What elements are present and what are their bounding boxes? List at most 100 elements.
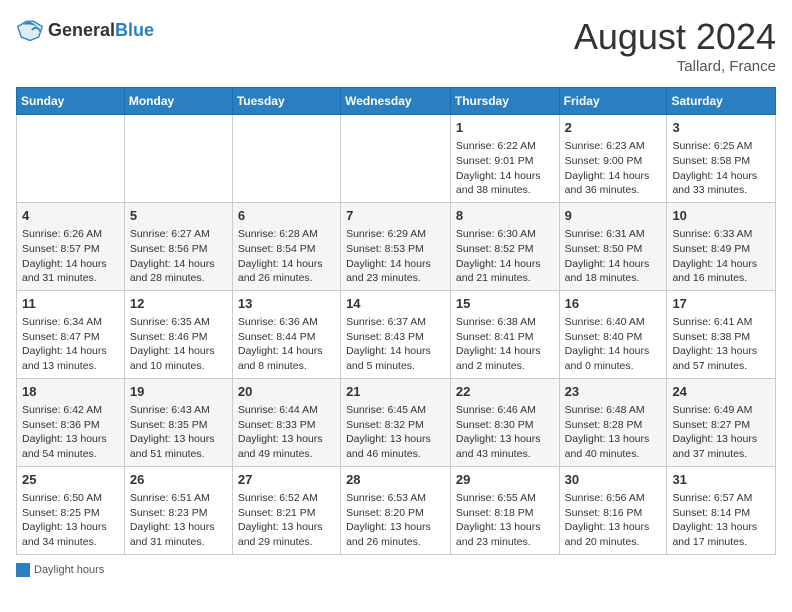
day-number: 29 <box>456 471 554 489</box>
calendar-cell: 7Sunrise: 6:29 AM Sunset: 8:53 PM Daylig… <box>341 202 451 290</box>
day-info: Sunrise: 6:34 AM Sunset: 8:47 PM Dayligh… <box>22 315 119 374</box>
day-info: Sunrise: 6:55 AM Sunset: 8:18 PM Dayligh… <box>456 491 554 550</box>
calendar-cell: 31Sunrise: 6:57 AM Sunset: 8:14 PM Dayli… <box>667 466 776 554</box>
day-number: 3 <box>672 119 770 137</box>
calendar-cell: 18Sunrise: 6:42 AM Sunset: 8:36 PM Dayli… <box>17 378 125 466</box>
day-info: Sunrise: 6:33 AM Sunset: 8:49 PM Dayligh… <box>672 227 770 286</box>
day-number: 11 <box>22 295 119 313</box>
day-number: 23 <box>565 383 662 401</box>
day-number: 27 <box>238 471 335 489</box>
day-info: Sunrise: 6:28 AM Sunset: 8:54 PM Dayligh… <box>238 227 335 286</box>
calendar-cell <box>341 115 451 203</box>
calendar-week-row: 1 Sunrise: 6:22 AM Sunset: 9:01 PM Daylig… <box>17 115 776 203</box>
logo-text: GeneralBlue <box>48 20 154 41</box>
day-info: Sunrise: 6:51 AM Sunset: 8:23 PM Dayligh… <box>130 491 227 550</box>
logo-blue: Blue <box>115 20 154 40</box>
day-number: 22 <box>456 383 554 401</box>
calendar-cell: 9 Sunrise: 6:31 AM Sunset: 8:50 PM Daylig… <box>559 202 667 290</box>
calendar-day-header: Monday <box>124 88 232 115</box>
day-number: 10 <box>672 207 770 225</box>
calendar-cell: 19Sunrise: 6:43 AM Sunset: 8:35 PM Dayli… <box>124 378 232 466</box>
calendar-week-row: 4Sunrise: 6:26 AM Sunset: 8:57 PM Daylig… <box>17 202 776 290</box>
day-info: Sunrise: 6:25 AM Sunset: 8:58 PM Dayligh… <box>672 139 770 198</box>
day-info: Sunrise: 6:41 AM Sunset: 8:38 PM Dayligh… <box>672 315 770 374</box>
day-info: Sunrise: 6:52 AM Sunset: 8:21 PM Dayligh… <box>238 491 335 550</box>
day-info: Sunrise: 6:38 AM Sunset: 8:41 PM Dayligh… <box>456 315 554 374</box>
calendar-day-header: Wednesday <box>341 88 451 115</box>
day-number: 8 <box>456 207 554 225</box>
calendar-day-header: Sunday <box>17 88 125 115</box>
day-number: 20 <box>238 383 335 401</box>
day-info: Sunrise: 6:50 AM Sunset: 8:25 PM Dayligh… <box>22 491 119 550</box>
calendar-cell: 16 Sunrise: 6:40 AM Sunset: 8:40 PM Dayli… <box>559 290 667 378</box>
day-info: Sunrise: 6:23 AM Sunset: 9:00 PM Dayligh… <box>565 139 662 198</box>
location-subtitle: Tallard, France <box>574 58 776 75</box>
day-info: Sunrise: 6:22 AM Sunset: 9:01 PM Dayligh… <box>456 139 554 198</box>
calendar-cell: 6Sunrise: 6:28 AM Sunset: 8:54 PM Daylig… <box>232 202 340 290</box>
calendar-cell: 1 Sunrise: 6:22 AM Sunset: 9:01 PM Daylig… <box>450 115 559 203</box>
calendar-cell: 8 Sunrise: 6:30 AM Sunset: 8:52 PM Daylig… <box>450 202 559 290</box>
day-number: 24 <box>672 383 770 401</box>
calendar-cell: 28Sunrise: 6:53 AM Sunset: 8:20 PM Dayli… <box>341 466 451 554</box>
calendar-cell: 23Sunrise: 6:48 AM Sunset: 8:28 PM Dayli… <box>559 378 667 466</box>
day-number: 16 <box>565 295 662 313</box>
day-number: 5 <box>130 207 227 225</box>
logo-icon <box>16 16 44 44</box>
day-number: 17 <box>672 295 770 313</box>
day-info: Sunrise: 6:35 AM Sunset: 8:46 PM Dayligh… <box>130 315 227 374</box>
calendar-cell: 27 Sunrise: 6:52 AM Sunset: 8:21 PM Dayli… <box>232 466 340 554</box>
calendar-day-header: Saturday <box>667 88 776 115</box>
calendar-cell: 17 Sunrise: 6:41 AM Sunset: 8:38 PM Dayli… <box>667 290 776 378</box>
calendar-cell: 5 Sunrise: 6:27 AM Sunset: 8:56 PM Daylig… <box>124 202 232 290</box>
day-number: 13 <box>238 295 335 313</box>
day-number: 30 <box>565 471 662 489</box>
logo-general: General <box>48 20 115 40</box>
calendar-week-row: 11 Sunrise: 6:34 AM Sunset: 8:47 PM Dayli… <box>17 290 776 378</box>
calendar-cell: 2Sunrise: 6:23 AM Sunset: 9:00 PM Daylig… <box>559 115 667 203</box>
day-number: 15 <box>456 295 554 313</box>
calendar-cell: 21 Sunrise: 6:45 AM Sunset: 8:32 PM Dayli… <box>341 378 451 466</box>
calendar-cell: 15 Sunrise: 6:38 AM Sunset: 8:41 PM Dayli… <box>450 290 559 378</box>
day-number: 19 <box>130 383 227 401</box>
calendar-cell: 3 Sunrise: 6:25 AM Sunset: 8:58 PM Daylig… <box>667 115 776 203</box>
day-info: Sunrise: 6:46 AM Sunset: 8:30 PM Dayligh… <box>456 403 554 462</box>
day-info: Sunrise: 6:40 AM Sunset: 8:40 PM Dayligh… <box>565 315 662 374</box>
calendar-cell: 25Sunrise: 6:50 AM Sunset: 8:25 PM Dayli… <box>17 466 125 554</box>
calendar-cell: 22 Sunrise: 6:46 AM Sunset: 8:30 PM Dayli… <box>450 378 559 466</box>
day-number: 14 <box>346 295 445 313</box>
day-number: 4 <box>22 207 119 225</box>
calendar-day-header: Tuesday <box>232 88 340 115</box>
day-info: Sunrise: 6:49 AM Sunset: 8:27 PM Dayligh… <box>672 403 770 462</box>
calendar-cell <box>232 115 340 203</box>
footer-note: Daylight hours <box>16 563 776 577</box>
calendar-day-header: Thursday <box>450 88 559 115</box>
calendar-cell: 13 Sunrise: 6:36 AM Sunset: 8:44 PM Dayli… <box>232 290 340 378</box>
calendar-cell: 30 Sunrise: 6:56 AM Sunset: 8:16 PM Dayli… <box>559 466 667 554</box>
day-info: Sunrise: 6:45 AM Sunset: 8:32 PM Dayligh… <box>346 403 445 462</box>
day-number: 1 <box>456 119 554 137</box>
day-info: Sunrise: 6:56 AM Sunset: 8:16 PM Dayligh… <box>565 491 662 550</box>
logo: GeneralBlue <box>16 16 154 44</box>
day-info: Sunrise: 6:44 AM Sunset: 8:33 PM Dayligh… <box>238 403 335 462</box>
day-info: Sunrise: 6:31 AM Sunset: 8:50 PM Dayligh… <box>565 227 662 286</box>
day-info: Sunrise: 6:36 AM Sunset: 8:44 PM Dayligh… <box>238 315 335 374</box>
day-number: 28 <box>346 471 445 489</box>
day-number: 21 <box>346 383 445 401</box>
day-number: 9 <box>565 207 662 225</box>
calendar-cell: 12 Sunrise: 6:35 AM Sunset: 8:46 PM Dayli… <box>124 290 232 378</box>
calendar-cell: 11 Sunrise: 6:34 AM Sunset: 8:47 PM Dayli… <box>17 290 125 378</box>
calendar-cell <box>17 115 125 203</box>
day-number: 12 <box>130 295 227 313</box>
calendar-cell: 26 Sunrise: 6:51 AM Sunset: 8:23 PM Dayli… <box>124 466 232 554</box>
title-block: August 2024 Tallard, France <box>574 16 776 75</box>
calendar-cell: 14Sunrise: 6:37 AM Sunset: 8:43 PM Dayli… <box>341 290 451 378</box>
calendar-week-row: 18Sunrise: 6:42 AM Sunset: 8:36 PM Dayli… <box>17 378 776 466</box>
calendar-cell: 20 Sunrise: 6:44 AM Sunset: 8:33 PM Dayli… <box>232 378 340 466</box>
day-info: Sunrise: 6:27 AM Sunset: 8:56 PM Dayligh… <box>130 227 227 286</box>
day-info: Sunrise: 6:30 AM Sunset: 8:52 PM Dayligh… <box>456 227 554 286</box>
daylight-label: Daylight hours <box>34 564 104 576</box>
daylight-icon <box>16 563 30 577</box>
day-number: 26 <box>130 471 227 489</box>
calendar-cell <box>124 115 232 203</box>
calendar-header-row: SundayMondayTuesdayWednesdayThursdayFrid… <box>17 88 776 115</box>
